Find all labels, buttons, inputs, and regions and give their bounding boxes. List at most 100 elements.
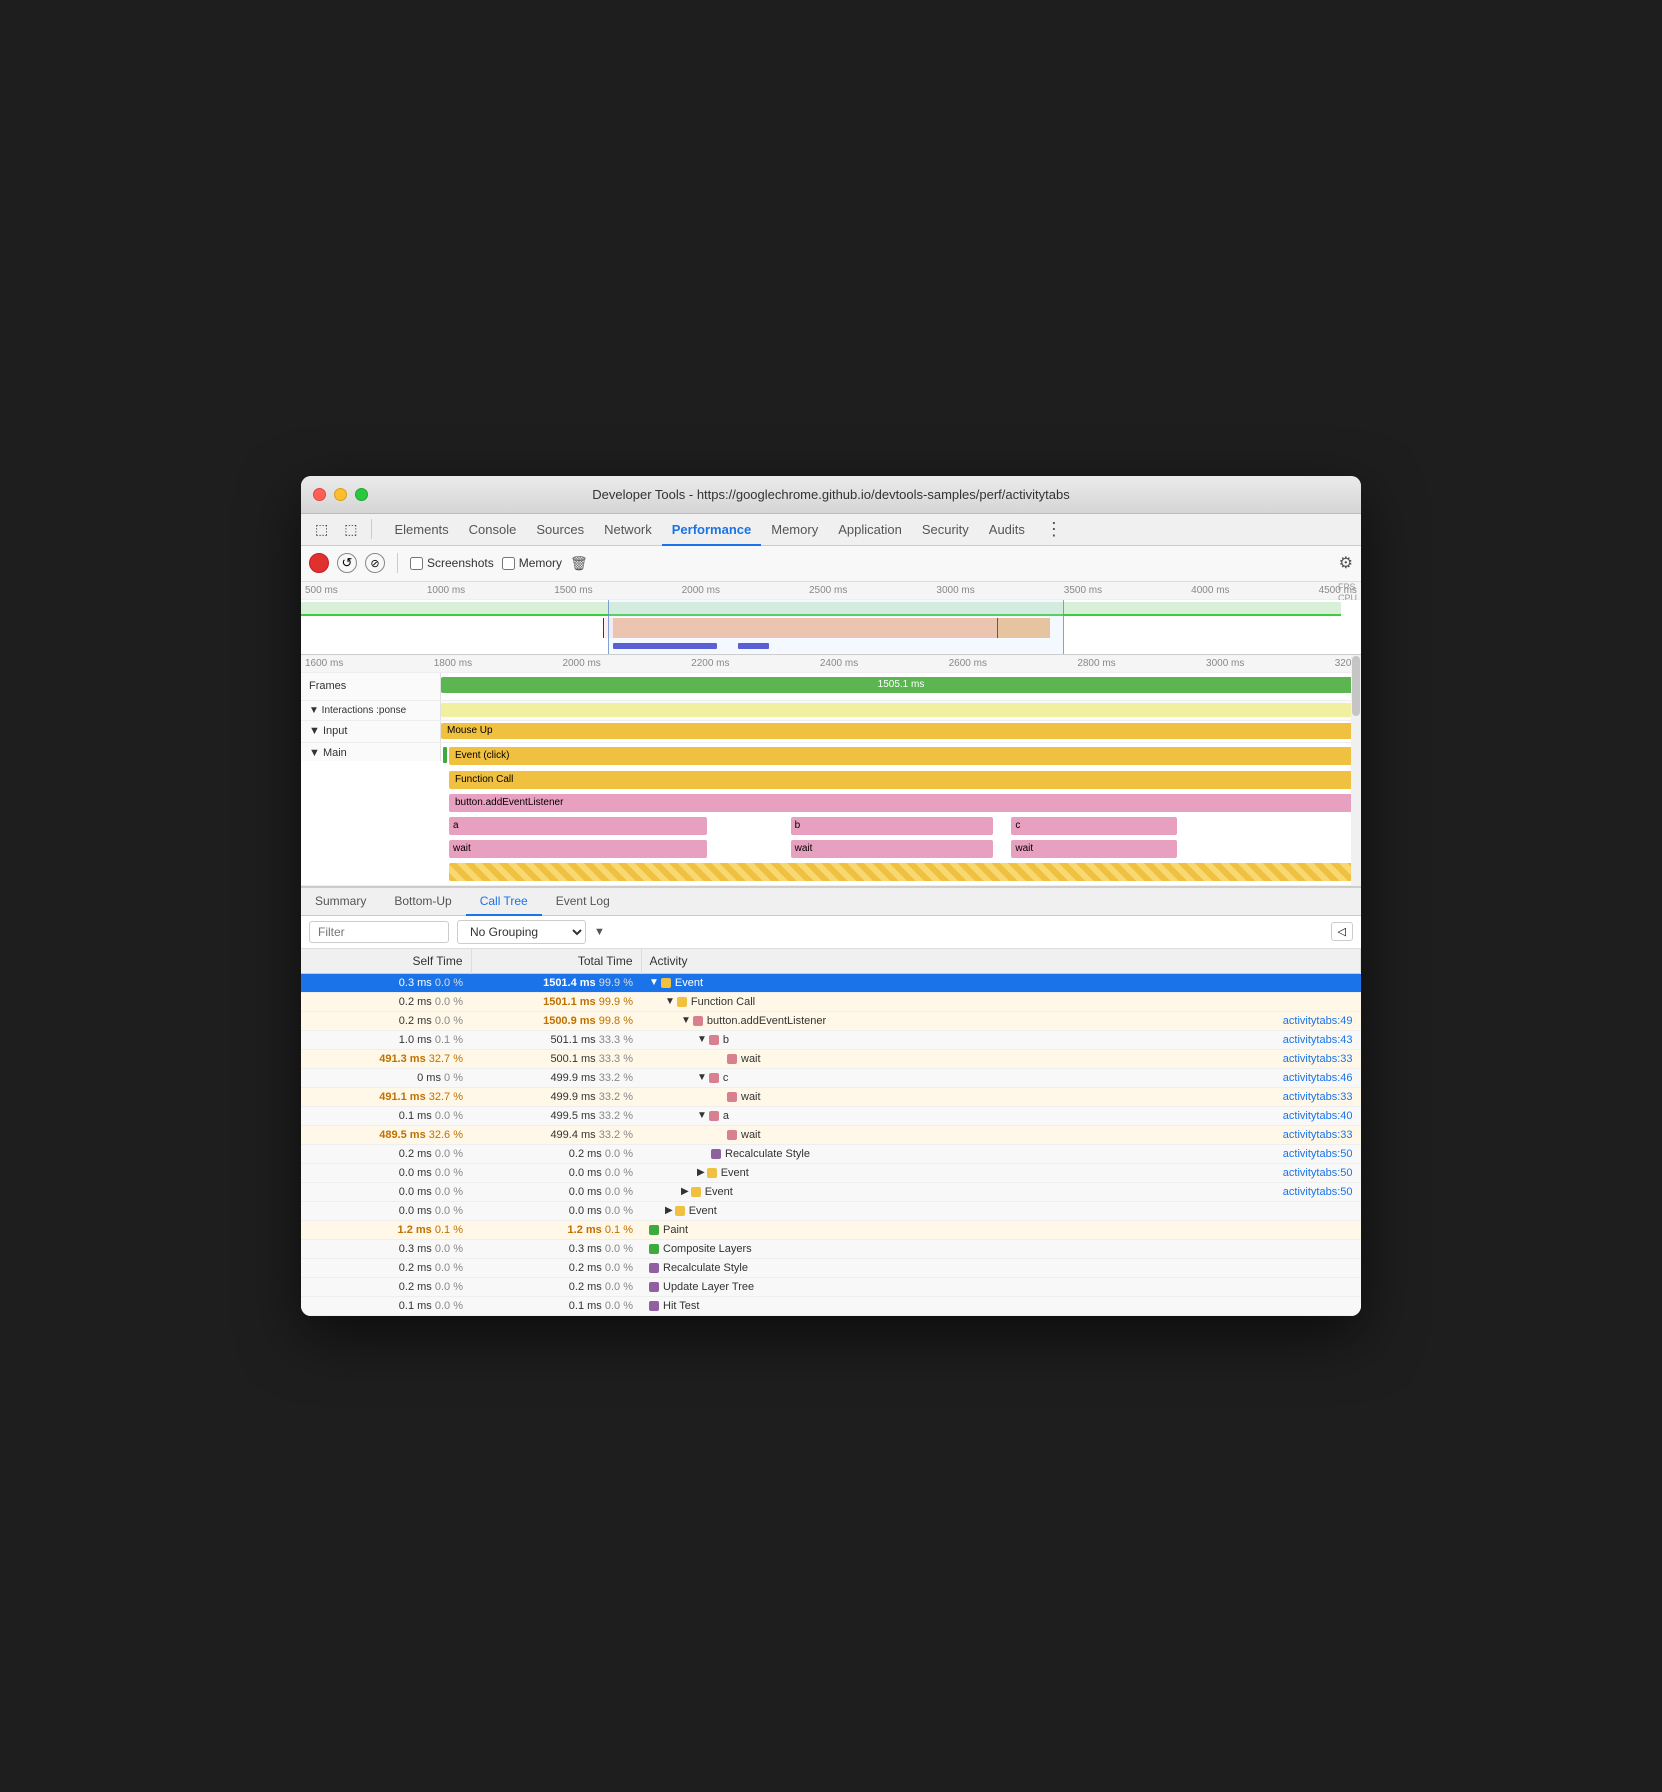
chevron-icon[interactable]: ▼ [665, 996, 675, 1007]
call-tree-container[interactable]: Self Time Total Time Activity 0.3 ms 0.0… [301, 949, 1361, 1317]
table-row[interactable]: 0.3 ms 0.0 %1501.4 ms 99.9 %▼Event [301, 973, 1361, 993]
chevron-icon[interactable]: ▼ [697, 1034, 707, 1045]
interactions-content [441, 701, 1361, 720]
table-row[interactable]: 491.3 ms 32.7 %500.1 ms 33.3 %waitactivi… [301, 1050, 1361, 1069]
source-link[interactable]: activitytabs:49 [1263, 1015, 1353, 1027]
source-link[interactable]: activitytabs:43 [1263, 1034, 1353, 1046]
activity-name: wait [741, 1091, 761, 1103]
table-row[interactable]: 0.2 ms 0.0 %0.2 ms 0.0 %Update Layer Tre… [301, 1278, 1361, 1297]
cpu-chart [301, 618, 1341, 638]
screenshots-checkbox[interactable] [410, 557, 423, 570]
table-row[interactable]: 0.1 ms 0.0 %0.1 ms 0.0 %Hit Test [301, 1297, 1361, 1316]
cursor-tool-button[interactable]: ⬚ [309, 517, 334, 542]
tab-security[interactable]: Security [912, 514, 979, 546]
main-content: Event (click) Function Call button.addEv… [441, 743, 1361, 885]
activity-name: Event [705, 1186, 733, 1198]
table-row[interactable]: 1.0 ms 0.1 %501.1 ms 33.3 %▼bactivitytab… [301, 1031, 1361, 1050]
record-button[interactable] [309, 553, 329, 573]
mini-charts [301, 600, 1361, 654]
table-row[interactable]: 0.0 ms 0.0 %0.0 ms 0.0 %▶Event [301, 1202, 1361, 1221]
tab-call-tree[interactable]: Call Tree [466, 888, 542, 916]
cell-self-time: 0.0 ms 0.0 % [301, 1202, 471, 1221]
maximize-button[interactable] [355, 488, 368, 501]
table-row[interactable]: 0.2 ms 0.0 %0.2 ms 0.0 %Recalculate Styl… [301, 1145, 1361, 1164]
grouping-select[interactable]: No Grouping Group by Activity Group by U… [457, 920, 586, 944]
col-self-time: Self Time [301, 949, 471, 974]
table-row[interactable]: 0.0 ms 0.0 %0.0 ms 0.0 %▶Eventactivityta… [301, 1183, 1361, 1202]
table-row[interactable]: 0.2 ms 0.0 %0.2 ms 0.0 %Recalculate Styl… [301, 1259, 1361, 1278]
collapse-button[interactable]: ◁ [1331, 922, 1353, 941]
table-row[interactable]: 1.2 ms 0.1 %1.2 ms 0.1 %Paint [301, 1221, 1361, 1240]
source-link[interactable]: activitytabs:40 [1263, 1110, 1353, 1122]
tick-1600ms: 1600 ms [305, 658, 343, 669]
minimize-button[interactable] [334, 488, 347, 501]
chevron-icon[interactable]: ▶ [665, 1205, 673, 1216]
btn-listener-bar: button.addEventListener [449, 794, 1361, 812]
activity-name: Recalculate Style [725, 1148, 810, 1160]
activity-name: b [723, 1034, 729, 1046]
interactions-track: ▼ Interactions :ponse [301, 701, 1361, 721]
tick-1500ms: 1500 ms [554, 585, 592, 596]
clear-button[interactable]: 🗑 [570, 555, 588, 572]
tab-network[interactable]: Network [594, 514, 662, 546]
table-row[interactable]: 0.0 ms 0.0 %0.0 ms 0.0 %▶Eventactivityta… [301, 1164, 1361, 1183]
filter-bar: No Grouping Group by Activity Group by U… [301, 916, 1361, 949]
cell-self-time: 0.2 ms 0.0 % [301, 1145, 471, 1164]
cell-total-time: 499.4 ms 33.2 % [471, 1126, 641, 1145]
table-row[interactable]: 491.1 ms 32.7 %499.9 ms 33.2 %waitactivi… [301, 1088, 1361, 1107]
tab-audits[interactable]: Audits [979, 514, 1035, 546]
tab-event-log[interactable]: Event Log [542, 888, 624, 916]
chevron-icon[interactable]: ▼ [649, 977, 659, 988]
reload-button[interactable]: ↺ [337, 553, 357, 573]
chevron-icon[interactable]: ▶ [681, 1186, 689, 1197]
cell-self-time: 0 ms 0 % [301, 1069, 471, 1088]
btn-listener-row: button.addEventListener [441, 792, 1361, 814]
cell-total-time: 1501.4 ms 99.9 % [471, 973, 641, 993]
source-link[interactable]: activitytabs:33 [1263, 1129, 1353, 1141]
tab-elements[interactable]: Elements [384, 514, 458, 546]
source-link[interactable]: activitytabs:33 [1263, 1053, 1353, 1065]
cell-activity: ▼button.addEventListeneractivitytabs:49 [641, 1012, 1361, 1031]
cell-total-time: 501.1 ms 33.3 % [471, 1031, 641, 1050]
table-row[interactable]: 0.3 ms 0.0 %0.3 ms 0.0 %Composite Layers [301, 1240, 1361, 1259]
filter-input[interactable] [309, 921, 449, 943]
memory-checkbox-label[interactable]: Memory [502, 556, 562, 570]
chevron-icon[interactable]: ▶ [697, 1167, 705, 1178]
main-track: ▼ Main Event (click) Function Call [301, 743, 1361, 886]
more-tabs-button[interactable]: ⋮ [1045, 519, 1063, 540]
stop-button[interactable]: ⊘ [365, 553, 385, 573]
source-link[interactable]: activitytabs:50 [1263, 1148, 1353, 1160]
cell-self-time: 0.2 ms 0.0 % [301, 1259, 471, 1278]
tab-bottom-up[interactable]: Bottom-Up [380, 888, 465, 916]
tab-application[interactable]: Application [828, 514, 912, 546]
source-link[interactable]: activitytabs:46 [1263, 1072, 1353, 1084]
tab-memory[interactable]: Memory [761, 514, 828, 546]
close-button[interactable] [313, 488, 326, 501]
source-link[interactable]: activitytabs:50 [1263, 1167, 1353, 1179]
tab-sources[interactable]: Sources [526, 514, 594, 546]
screenshots-checkbox-label[interactable]: Screenshots [410, 556, 494, 570]
wait-bar-1: wait [449, 840, 707, 858]
source-link[interactable]: activitytabs:50 [1263, 1186, 1353, 1198]
source-link[interactable]: activitytabs:33 [1263, 1091, 1353, 1103]
cell-total-time: 499.9 ms 33.2 % [471, 1069, 641, 1088]
chevron-icon[interactable]: ▼ [697, 1072, 707, 1083]
table-row[interactable]: 0.1 ms 0.0 %499.5 ms 33.2 %▼aactivitytab… [301, 1107, 1361, 1126]
vertical-scrollbar[interactable] [1351, 655, 1361, 886]
table-row[interactable]: 489.5 ms 32.6 %499.4 ms 33.2 %waitactivi… [301, 1126, 1361, 1145]
device-mode-button[interactable]: ⬚ [338, 517, 363, 542]
scrollbar-thumb [1352, 656, 1360, 716]
tab-summary[interactable]: Summary [301, 888, 380, 916]
table-row[interactable]: 0.2 ms 0.0 %1500.9 ms 99.8 %▼button.addE… [301, 1012, 1361, 1031]
activity-name: Update Layer Tree [663, 1281, 754, 1293]
settings-button[interactable]: ⚙ [1339, 553, 1353, 573]
table-row[interactable]: 0.2 ms 0.0 %1501.1 ms 99.9 %▼Function Ca… [301, 993, 1361, 1012]
table-row[interactable]: 0 ms 0 %499.9 ms 33.2 %▼cactivitytabs:46 [301, 1069, 1361, 1088]
chevron-icon[interactable]: ▼ [697, 1110, 707, 1121]
memory-checkbox[interactable] [502, 557, 515, 570]
tab-performance[interactable]: Performance [662, 514, 761, 546]
tab-console[interactable]: Console [459, 514, 527, 546]
bottom-panel: Summary Bottom-Up Call Tree Event Log No… [301, 887, 1361, 1317]
chevron-icon[interactable]: ▼ [681, 1015, 691, 1026]
traffic-lights [313, 488, 368, 501]
